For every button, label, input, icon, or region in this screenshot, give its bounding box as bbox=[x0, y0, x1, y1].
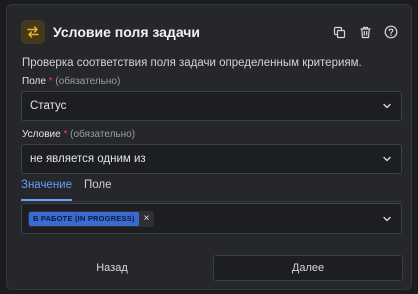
chevron-down-icon bbox=[383, 156, 391, 162]
chevron-down-icon bbox=[383, 103, 391, 109]
condition-label: Условие * (обязательно) bbox=[22, 129, 135, 140]
optional-note: (обязательно) bbox=[70, 129, 136, 140]
header-actions bbox=[331, 24, 399, 40]
required-mark: * bbox=[48, 76, 53, 87]
status-tag-label: В РАБОТЕ (IN PROGRESS) bbox=[29, 211, 139, 226]
task-field-condition-panel: Условие поля задачи Проверка соответстви… bbox=[6, 4, 412, 290]
field-select[interactable]: Статус bbox=[21, 91, 402, 121]
required-mark: * bbox=[63, 129, 68, 140]
field-label-text: Поле bbox=[22, 76, 46, 87]
tabs-divider bbox=[21, 201, 402, 202]
condition-label-text: Условие bbox=[22, 129, 61, 140]
condition-select[interactable]: не является одним из bbox=[21, 144, 402, 174]
panel-title: Условие поля задачи bbox=[53, 24, 200, 40]
back-button[interactable]: Назад bbox=[21, 255, 203, 281]
field-select-value: Статус bbox=[30, 100, 67, 112]
panel-description: Проверка соответствия поля задачи опреде… bbox=[22, 57, 362, 69]
tab-field[interactable]: Поле bbox=[84, 179, 112, 201]
help-icon[interactable] bbox=[383, 24, 399, 40]
field-label: Поле * (обязательно) bbox=[22, 76, 120, 87]
value-tabs: Значение Поле bbox=[21, 179, 112, 201]
chevron-down-icon bbox=[383, 216, 391, 221]
remove-tag-icon[interactable]: × bbox=[144, 213, 150, 224]
swap-arrows-icon bbox=[21, 20, 45, 44]
optional-note: (обязательно) bbox=[55, 76, 121, 87]
next-button[interactable]: Далее bbox=[213, 255, 403, 281]
condition-select-value: не является одним из bbox=[30, 153, 146, 165]
copy-icon[interactable] bbox=[331, 24, 347, 40]
tab-value[interactable]: Значение bbox=[21, 179, 72, 201]
selected-tag: В РАБОТЕ (IN PROGRESS) × bbox=[28, 210, 155, 227]
panel-header: Условие поля задачи bbox=[21, 19, 399, 45]
trash-icon[interactable] bbox=[357, 24, 373, 40]
value-multiselect[interactable]: В РАБОТЕ (IN PROGRESS) × bbox=[21, 203, 402, 234]
